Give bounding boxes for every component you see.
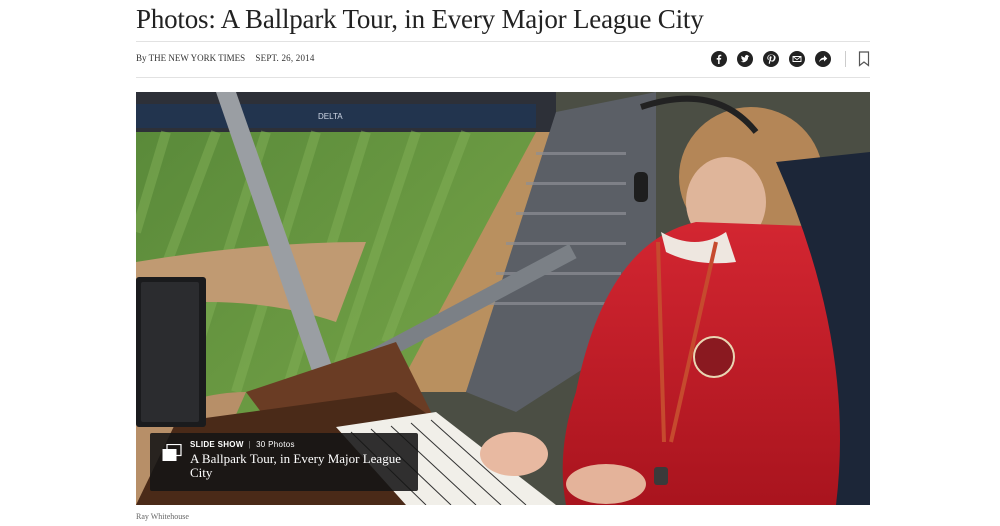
photo-credit: Ray Whitehouse <box>136 512 189 521</box>
twitter-icon[interactable] <box>737 51 753 67</box>
sign-text: DELTA <box>318 112 343 121</box>
share-icon[interactable] <box>815 51 831 67</box>
photo-count: 30 Photos <box>256 440 295 449</box>
byline-divider <box>136 77 870 78</box>
slideshow-kicker: SLIDE SHOW | 30 Photos <box>190 440 295 449</box>
slideshow-icon <box>162 444 182 461</box>
bookmark-icon[interactable] <box>858 51 870 67</box>
facebook-icon[interactable] <box>711 51 727 67</box>
byline: By THE NEW YORK TIMES SEPT. 26, 2014 <box>136 53 315 63</box>
publish-date: SEPT. 26, 2014 <box>255 53 315 63</box>
email-icon[interactable] <box>789 51 805 67</box>
page-title: Photos: A Ballpark Tour, in Every Major … <box>136 4 704 34</box>
share-divider <box>845 51 846 67</box>
kicker-separator: | <box>248 440 252 449</box>
share-tools <box>711 51 870 67</box>
pinterest-icon[interactable] <box>763 51 779 67</box>
slideshow-label: SLIDE SHOW <box>190 440 244 449</box>
byline-author: By THE NEW YORK TIMES <box>136 53 246 63</box>
slideshow-title: A Ballpark Tour, in Every Major League C… <box>190 451 401 480</box>
header-divider <box>136 41 870 42</box>
slideshow-caption-link[interactable]: SLIDE SHOW | 30 Photos A Ballpark Tour, in… <box>150 433 418 491</box>
